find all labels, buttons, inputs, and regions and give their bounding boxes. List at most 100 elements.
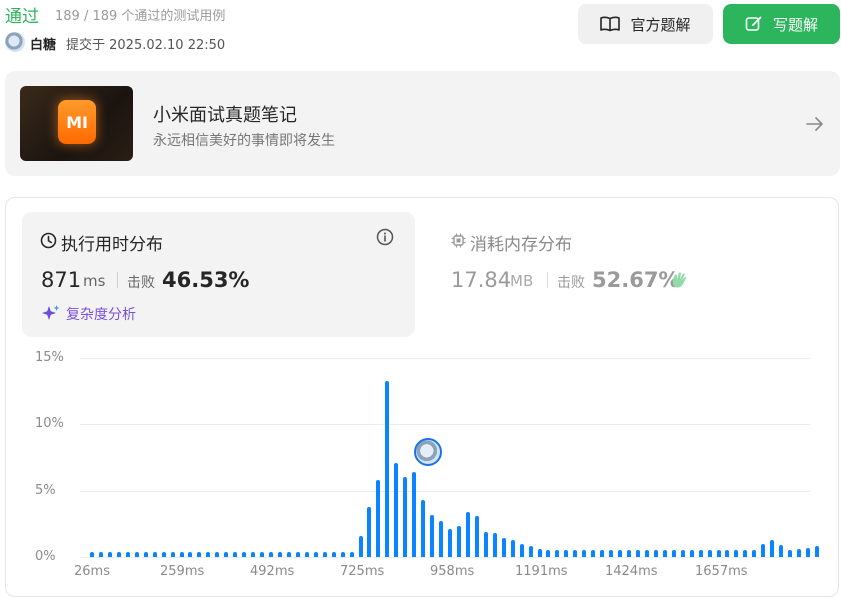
chart-bar[interactable] [98, 551, 103, 557]
runtime-beat-percent: 46.53% [162, 268, 250, 292]
chart-bar[interactable] [286, 551, 291, 557]
chart-bar[interactable] [788, 550, 793, 557]
chart-bar[interactable] [474, 515, 479, 557]
chart-bar[interactable] [116, 551, 121, 557]
runtime-value: 871 [41, 268, 82, 292]
chart-bar[interactable] [107, 551, 112, 557]
chart-bar[interactable] [734, 550, 739, 557]
official-solution-button[interactable]: 官方题解 [578, 4, 713, 44]
chart-bar[interactable] [322, 551, 327, 557]
chart-bar[interactable] [206, 551, 211, 557]
arrow-right-icon[interactable] [804, 113, 826, 135]
chart-bar[interactable] [501, 538, 506, 557]
chart-bar[interactable] [367, 506, 372, 557]
chart-bar[interactable] [797, 549, 802, 557]
chart-bar[interactable] [752, 550, 757, 557]
chart-bar[interactable] [725, 550, 730, 557]
complexity-analysis-link[interactable]: 复杂度分析 [66, 304, 136, 324]
chart-bar[interactable] [277, 551, 282, 557]
chart-bar[interactable] [197, 551, 202, 557]
chart-bar[interactable] [600, 550, 605, 557]
chart-bar[interactable] [564, 550, 569, 557]
divider [117, 272, 118, 288]
chart-bar[interactable] [385, 380, 390, 557]
chart-bar[interactable] [528, 546, 533, 557]
chart-bar[interactable] [635, 550, 640, 557]
chart-bar[interactable] [134, 551, 139, 557]
chart-bar[interactable] [224, 551, 229, 557]
chart-bar[interactable] [519, 543, 524, 557]
chart-bar[interactable] [215, 551, 220, 557]
chart-bar[interactable] [573, 550, 578, 557]
chart-bar[interactable] [412, 472, 417, 557]
chart-bar[interactable] [680, 550, 685, 557]
chart-bar[interactable] [618, 550, 623, 557]
chart-bar[interactable] [483, 531, 488, 557]
chart-bar[interactable] [591, 550, 596, 557]
promo-title[interactable]: 小米面试真题笔记 [153, 101, 297, 127]
chart-bar[interactable] [698, 550, 703, 557]
chart-bar[interactable] [394, 462, 399, 557]
chart-bar[interactable] [242, 551, 247, 557]
avatar[interactable] [5, 32, 25, 52]
chart-bar[interactable] [260, 551, 265, 557]
chart-bar[interactable] [707, 550, 712, 557]
chart-bar[interactable] [492, 533, 497, 557]
chart-bar[interactable] [582, 550, 587, 557]
runtime-title: 执行用时分布 [61, 235, 163, 255]
chart-bar[interactable] [251, 551, 256, 557]
chart-bar[interactable] [179, 551, 184, 557]
chart-bar[interactable] [170, 551, 175, 557]
chart-bar[interactable] [555, 550, 560, 557]
chart-bar[interactable] [671, 550, 676, 557]
chart-bar[interactable] [537, 549, 542, 557]
x-tick-label: 958ms [430, 564, 475, 579]
chart-bar[interactable] [152, 551, 157, 557]
chart-bar[interactable] [644, 550, 649, 557]
chart-bar[interactable] [627, 550, 631, 557]
chart-bar[interactable] [662, 550, 667, 557]
chart-bar[interactable] [421, 499, 426, 557]
chart-bar[interactable] [313, 551, 318, 557]
y-tick-label: 15% [35, 350, 64, 365]
chart-bar[interactable] [161, 551, 166, 557]
chart-bar[interactable] [125, 551, 130, 557]
chart-bar[interactable] [689, 550, 694, 557]
y-tick-label: 0% [35, 549, 56, 564]
chart-bar[interactable] [188, 551, 193, 557]
chart-bar[interactable] [340, 551, 345, 557]
chart-bar[interactable] [403, 477, 408, 557]
chart-bar[interactable] [143, 551, 148, 557]
chart-bar[interactable] [456, 526, 461, 557]
chart-bar[interactable] [430, 514, 435, 557]
chart-bar[interactable] [770, 539, 775, 557]
memory-tab[interactable]: 消耗内存分布 [470, 230, 572, 255]
chart-bar[interactable] [716, 550, 721, 557]
chart-bar[interactable] [233, 551, 238, 557]
chart-bar[interactable] [465, 511, 470, 557]
chart-bar[interactable] [510, 539, 515, 557]
chart-bar[interactable] [743, 550, 748, 557]
chart-bar[interactable] [814, 546, 819, 557]
chart-bar[interactable] [653, 550, 658, 557]
username[interactable]: 白糖 [30, 34, 56, 53]
chart-bar[interactable] [358, 535, 363, 557]
chart-bar[interactable] [779, 545, 784, 557]
chart-bar[interactable] [295, 551, 300, 557]
chart-bar[interactable] [269, 551, 273, 557]
chart-bar[interactable] [349, 551, 354, 557]
chart-bar[interactable] [761, 543, 766, 557]
chart-bar[interactable] [546, 550, 551, 557]
chart-bar[interactable] [806, 547, 810, 557]
y-tick-label: 5% [35, 483, 56, 498]
chart-bar[interactable] [376, 480, 381, 557]
chart-bar[interactable] [448, 529, 452, 557]
chart-bar[interactable] [304, 551, 309, 557]
chart-bar[interactable] [609, 550, 614, 557]
chart-bar[interactable] [90, 551, 94, 557]
chart-bar[interactable] [439, 521, 444, 557]
chart-bar[interactable] [331, 551, 336, 557]
write-solution-button[interactable]: 写题解 [723, 4, 840, 44]
official-solution-label: 官方题解 [630, 15, 691, 34]
info-icon[interactable] [376, 228, 394, 246]
